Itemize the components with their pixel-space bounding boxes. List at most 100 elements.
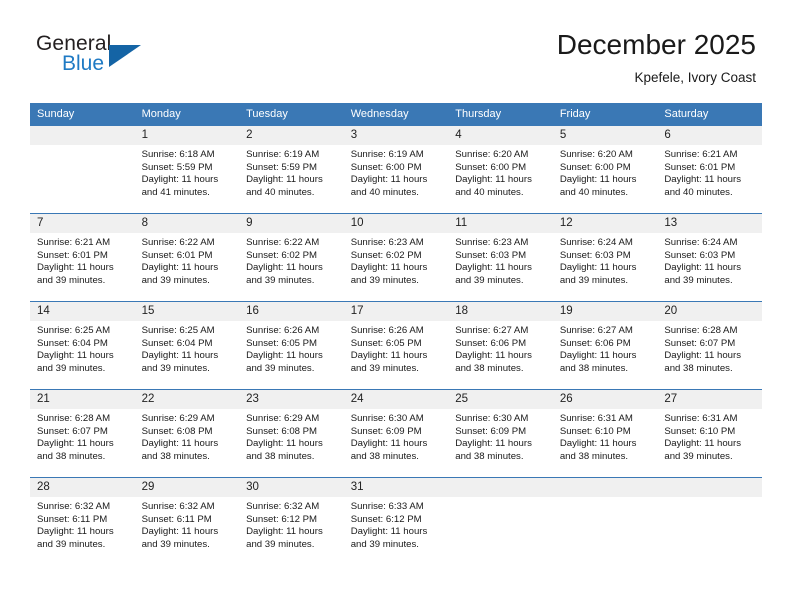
- day-cell-inner: 31 Sunrise: 6:33 AM Sunset: 6:12 PM Dayligh…: [343, 478, 449, 566]
- calendar-day-cell[interactable]: 16 Sunrise: 6:26 AM Sunset: 6:05 PM Dayligh…: [239, 301, 344, 390]
- sunrise-time: Sunrise: 6:24 AM: [559, 237, 633, 248]
- daylight-line-1: Daylight: 11 hours: [664, 262, 741, 274]
- sunrise-time: Sunrise: 6:30 AM: [455, 413, 529, 424]
- day-details: Sunrise: 6:28 AM Sunset: 6:07 PM Daylight:…: [657, 321, 762, 375]
- daylight-line-2: and 38 minutes.: [141, 450, 210, 462]
- logo-triangle-icon: [109, 45, 141, 67]
- daylight-line-1: Daylight: 11 hours: [141, 526, 219, 538]
- day-cell-inner: 9 Sunrise: 6:22 AM Sunset: 6:02 PM Daylight…: [239, 214, 344, 301]
- calendar-day-cell[interactable]: 26 Sunrise: 6:31 AM Sunset: 6:10 PM Dayligh…: [552, 389, 658, 478]
- sunrise-time: Sunrise: 6:28 AM: [664, 325, 738, 336]
- sunset-time: Sunset: 6:01 PM: [141, 249, 213, 261]
- daylight-line-1: Daylight: 11 hours: [455, 350, 532, 362]
- sunrise-time: Sunrise: 6:32 AM: [37, 501, 111, 512]
- day-number: 27: [657, 390, 762, 409]
- sunset-time: Sunset: 6:09 PM: [350, 425, 422, 437]
- calendar-day-cell[interactable]: 12 Sunrise: 6:24 AM Sunset: 6:03 PM Dayligh…: [552, 213, 658, 302]
- calendar-day-cell[interactable]: 21 Sunrise: 6:28 AM Sunset: 6:07 PM Dayligh…: [30, 389, 135, 478]
- day-number: 13: [657, 214, 762, 233]
- daylight-line-2: and 39 minutes.: [246, 538, 315, 550]
- sunrise-time: Sunrise: 6:28 AM: [37, 413, 111, 424]
- sunset-time: Sunset: 6:00 PM: [455, 161, 527, 173]
- daylight-line-2: and 39 minutes.: [37, 538, 106, 550]
- weekday-header-monday: Monday: [134, 103, 240, 126]
- day-number: 14: [30, 302, 135, 321]
- calendar-cell-empty: [448, 477, 553, 566]
- calendar-day-cell[interactable]: 24 Sunrise: 6:30 AM Sunset: 6:09 PM Dayligh…: [343, 389, 449, 478]
- day-cell-inner: 29 Sunrise: 6:32 AM Sunset: 6:11 PM Dayligh…: [134, 478, 240, 566]
- calendar-day-cell[interactable]: 29 Sunrise: 6:32 AM Sunset: 6:11 PM Dayligh…: [134, 477, 240, 566]
- sunrise-time: Sunrise: 6:23 AM: [350, 237, 424, 248]
- calendar-day-cell[interactable]: 3 Sunrise: 6:19 AM Sunset: 6:00 PM Daylight…: [343, 125, 449, 214]
- calendar-day-cell[interactable]: 27 Sunrise: 6:31 AM Sunset: 6:10 PM Dayligh…: [657, 389, 762, 478]
- calendar-day-cell[interactable]: 19 Sunrise: 6:27 AM Sunset: 6:06 PM Dayligh…: [552, 301, 658, 390]
- sunrise-time: Sunrise: 6:32 AM: [246, 501, 320, 512]
- sunrise-time: Sunrise: 6:26 AM: [246, 325, 320, 336]
- day-details: Sunrise: 6:32 AM Sunset: 6:11 PM Daylight:…: [30, 497, 135, 551]
- calendar-day-cell[interactable]: 13 Sunrise: 6:24 AM Sunset: 6:03 PM Dayligh…: [657, 213, 762, 302]
- daylight-line-1: Daylight: 11 hours: [141, 262, 219, 274]
- calendar-day-cell[interactable]: 1 Sunrise: 6:18 AM Sunset: 5:59 PM Daylight…: [134, 125, 240, 214]
- calendar-day-cell[interactable]: 17 Sunrise: 6:26 AM Sunset: 6:05 PM Dayligh…: [343, 301, 449, 390]
- calendar-day-cell[interactable]: 4 Sunrise: 6:20 AM Sunset: 6:00 PM Daylight…: [448, 125, 553, 214]
- calendar-day-cell[interactable]: 7 Sunrise: 6:21 AM Sunset: 6:01 PM Daylight…: [30, 213, 135, 302]
- sunrise-time: Sunrise: 6:20 AM: [455, 149, 529, 160]
- calendar-day-cell[interactable]: 8 Sunrise: 6:22 AM Sunset: 6:01 PM Daylight…: [134, 213, 240, 302]
- day-details: Sunrise: 6:28 AM Sunset: 6:07 PM Daylight:…: [30, 409, 135, 463]
- calendar-day-cell[interactable]: 23 Sunrise: 6:29 AM Sunset: 6:08 PM Dayligh…: [239, 389, 344, 478]
- calendar-day-cell[interactable]: 25 Sunrise: 6:30 AM Sunset: 6:09 PM Dayligh…: [448, 389, 553, 478]
- sunrise-time: Sunrise: 6:24 AM: [664, 237, 738, 248]
- day-cell-inner: 6 Sunrise: 6:21 AM Sunset: 6:01 PM Daylight…: [657, 126, 762, 213]
- calendar-day-cell[interactable]: 28 Sunrise: 6:32 AM Sunset: 6:11 PM Dayligh…: [30, 477, 135, 566]
- day-number: 2: [239, 126, 344, 145]
- page-title: December 2025: [556, 29, 756, 60]
- day-cell-inner: [552, 478, 658, 566]
- calendar-day-cell[interactable]: 2 Sunrise: 6:19 AM Sunset: 5:59 PM Daylight…: [239, 125, 344, 214]
- sunrise-time: Sunrise: 6:23 AM: [455, 237, 529, 248]
- daylight-line-1: Daylight: 11 hours: [350, 350, 428, 362]
- sunset-time: Sunset: 6:02 PM: [350, 249, 422, 261]
- calendar-day-cell[interactable]: 9 Sunrise: 6:22 AM Sunset: 6:02 PM Daylight…: [239, 213, 344, 302]
- day-number: 24: [343, 390, 449, 409]
- title-block: December 2025 Kpefele, Ivory Coast: [557, 28, 756, 86]
- day-details: Sunrise: 6:33 AM Sunset: 6:12 PM Daylight:…: [344, 497, 449, 551]
- daylight-line-2: and 39 minutes.: [37, 274, 106, 286]
- calendar-day-cell[interactable]: 31 Sunrise: 6:33 AM Sunset: 6:12 PM Dayligh…: [343, 477, 449, 566]
- day-cell-inner: 10 Sunrise: 6:23 AM Sunset: 6:02 PM Dayligh…: [343, 214, 449, 301]
- sunrise-time: Sunrise: 6:32 AM: [141, 501, 215, 512]
- day-cell-inner: [657, 478, 762, 566]
- daylight-line-2: and 39 minutes.: [664, 274, 733, 286]
- day-details: Sunrise: 6:31 AM Sunset: 6:10 PM Daylight:…: [553, 409, 658, 463]
- calendar-day-cell[interactable]: 6 Sunrise: 6:21 AM Sunset: 6:01 PM Daylight…: [657, 125, 762, 214]
- day-cell-inner: 16 Sunrise: 6:26 AM Sunset: 6:05 PM Dayligh…: [239, 302, 344, 389]
- sunset-time: Sunset: 6:03 PM: [664, 249, 736, 261]
- calendar-day-cell[interactable]: 11 Sunrise: 6:23 AM Sunset: 6:03 PM Dayligh…: [448, 213, 553, 302]
- sunset-time: Sunset: 6:04 PM: [141, 337, 213, 349]
- day-details: Sunrise: 6:29 AM Sunset: 6:08 PM Daylight:…: [135, 409, 240, 463]
- page-header: General Blue December 2025 Kpefele, Ivor…: [0, 0, 792, 100]
- day-cell-inner: [30, 126, 135, 213]
- calendar-day-cell[interactable]: 18 Sunrise: 6:27 AM Sunset: 6:06 PM Dayligh…: [448, 301, 553, 390]
- calendar-body: 1 Sunrise: 6:18 AM Sunset: 5:59 PM Daylight…: [30, 125, 762, 566]
- day-details: Sunrise: 6:25 AM Sunset: 6:04 PM Daylight:…: [30, 321, 135, 375]
- day-number: [448, 478, 553, 497]
- daylight-line-2: and 39 minutes.: [559, 274, 629, 286]
- daylight-line-2: and 40 minutes.: [664, 186, 733, 198]
- sunset-time: Sunset: 6:05 PM: [246, 337, 318, 349]
- calendar-day-cell[interactable]: 20 Sunrise: 6:28 AM Sunset: 6:07 PM Dayligh…: [657, 301, 762, 390]
- sunrise-time: Sunrise: 6:21 AM: [664, 149, 738, 160]
- calendar-day-cell[interactable]: 10 Sunrise: 6:23 AM Sunset: 6:02 PM Dayligh…: [343, 213, 449, 302]
- day-details: Sunrise: 6:23 AM Sunset: 6:02 PM Daylight:…: [344, 233, 449, 287]
- sunset-time: Sunset: 6:06 PM: [559, 337, 631, 349]
- calendar-day-cell[interactable]: 14 Sunrise: 6:25 AM Sunset: 6:04 PM Dayligh…: [30, 301, 135, 390]
- day-details: Sunrise: 6:22 AM Sunset: 6:01 PM Daylight:…: [135, 233, 240, 287]
- day-number: 26: [552, 390, 658, 409]
- calendar-day-cell[interactable]: 15 Sunrise: 6:25 AM Sunset: 6:04 PM Dayligh…: [134, 301, 240, 390]
- weekday-header-tuesday: Tuesday: [239, 103, 344, 126]
- daylight-line-1: Daylight: 11 hours: [246, 174, 323, 186]
- calendar-day-cell[interactable]: 5 Sunrise: 6:20 AM Sunset: 6:00 PM Daylight…: [552, 125, 658, 214]
- sunset-time: Sunset: 6:04 PM: [37, 337, 108, 349]
- calendar-day-cell[interactable]: 22 Sunrise: 6:29 AM Sunset: 6:08 PM Dayligh…: [134, 389, 240, 478]
- calendar-day-cell[interactable]: 30 Sunrise: 6:32 AM Sunset: 6:12 PM Dayligh…: [239, 477, 344, 566]
- day-number: 22: [134, 390, 240, 409]
